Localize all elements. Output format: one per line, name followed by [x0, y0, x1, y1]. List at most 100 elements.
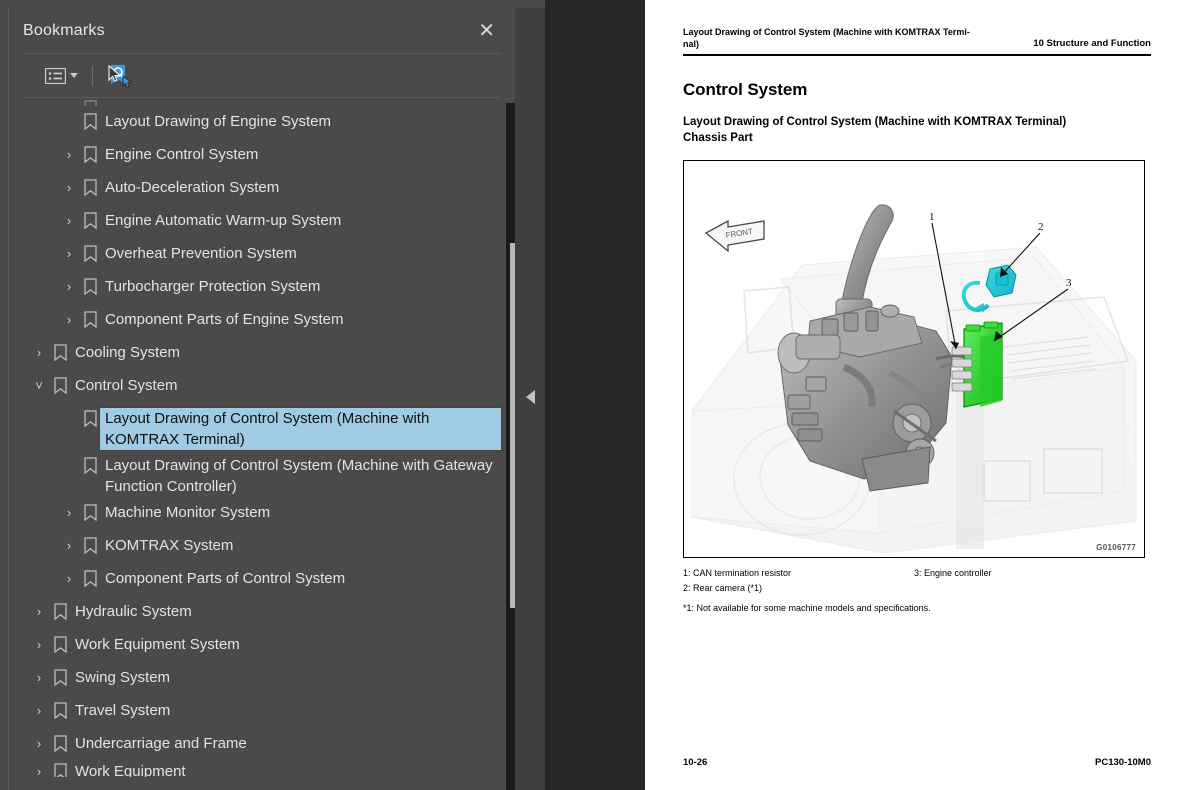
bookmark-row[interactable]: › Component Parts of Engine System: [9, 304, 501, 337]
bookmark-icon: [49, 375, 71, 394]
chevron-right-icon[interactable]: ›: [59, 502, 79, 523]
bookmark-icon: [49, 761, 71, 777]
bookmark-row[interactable]: › Component Parts of Control System: [9, 563, 501, 596]
bookmark-row[interactable]: › KOMTRAX System: [9, 530, 501, 563]
collapse-panel-button[interactable]: [520, 385, 540, 409]
bookmark-row[interactable]: Layout Drawing of Engine System: [9, 106, 501, 139]
bookmark-row[interactable]: › Turbocharger Protection System: [9, 271, 501, 304]
chevron-right-icon[interactable]: ›: [29, 634, 49, 655]
bookmark-icon: [79, 535, 101, 554]
bookmark-row[interactable]: ˅ Control System: [9, 370, 501, 403]
bookmark-icon: [79, 502, 101, 521]
bookmark-icon: [79, 210, 101, 229]
figure-illustration: FRONT: [684, 161, 1144, 557]
header-rule: [683, 54, 1151, 56]
chevron-right-icon[interactable]: ›: [59, 309, 79, 330]
section-subtitle: Layout Drawing of Control System (Machin…: [683, 114, 1151, 146]
legend-column-2: 3: Engine controller: [914, 566, 1145, 596]
bookmark-row[interactable]: Layout Drawing of Control System (Machin…: [9, 403, 502, 451]
running-header-right: 10 Structure and Function: [1033, 38, 1151, 49]
chevron-right-icon[interactable]: ›: [59, 276, 79, 297]
viewer-backdrop-top: [545, 0, 645, 8]
document-page[interactable]: Layout Drawing of Control System (Machin…: [645, 0, 1200, 790]
figure-code: G0106777: [1096, 543, 1136, 552]
bookmark-row[interactable]: › Machine Monitor System: [9, 497, 501, 530]
legend-item-2: 2: Rear camera (*1): [683, 583, 763, 593]
figure-legend: 1: CAN termination resistor 2: Rear came…: [683, 566, 1145, 616]
legend-item-1: 1: CAN termination resistor: [683, 568, 792, 578]
chevron-right-icon[interactable]: ›: [29, 761, 49, 777]
callout-3: 3: [1066, 277, 1072, 289]
bookmark-icon: [79, 177, 101, 196]
bookmark-icon: [49, 700, 71, 719]
bookmark-row[interactable]: Layout Drawing of Control System (Machin…: [9, 450, 501, 497]
callout-2: 2: [1038, 221, 1044, 233]
bookmark-icon: [49, 667, 71, 686]
bookmark-row[interactable]: › Engine Automatic Warm-up System: [9, 205, 501, 238]
chevron-right-icon[interactable]: ›: [59, 144, 79, 165]
bookmark-icon: [49, 634, 71, 653]
list-options-button[interactable]: [41, 65, 82, 87]
page-number: 10-26: [683, 757, 708, 768]
chevron-down-icon[interactable]: ˅: [29, 375, 49, 396]
bookmark-row[interactable]: › Cooling System: [9, 337, 501, 370]
chevron-right-icon[interactable]: ›: [59, 568, 79, 589]
bookmark-row[interactable]: › Swing System: [9, 662, 501, 695]
bookmark-label: Layout Drawing of Engine System: [105, 113, 331, 130]
bookmark-icon: [79, 455, 101, 474]
bookmark-icon: [79, 568, 101, 587]
bookmark-label: Component Parts of Engine System: [105, 311, 344, 328]
bookmark-label: Control System: [75, 377, 178, 394]
callout-1: 1: [929, 211, 935, 223]
bookmarks-panel: Bookmarks ✕ Layout Drawing of Engine Sys…: [8, 8, 522, 790]
list-options-icon: [45, 67, 66, 84]
bookmark-row[interactable]: [9, 98, 501, 106]
figure-layout-drawing: FRONT 1 2 3 G0106777: [683, 160, 1145, 558]
find-bookmark-button[interactable]: [103, 61, 137, 91]
page-title: Control System: [683, 80, 808, 99]
bookmarks-tree[interactable]: Layout Drawing of Engine System › Engine C…: [9, 98, 516, 790]
bookmark-icon: [79, 243, 101, 262]
bookmark-label: Hydraulic System: [75, 603, 192, 620]
bookmark-icon: [79, 408, 101, 427]
chevron-right-icon[interactable]: ›: [59, 177, 79, 198]
triangle-left-icon: [525, 390, 535, 404]
bookmark-row[interactable]: › Overheat Prevention System: [9, 238, 501, 271]
chevron-right-icon[interactable]: ›: [29, 700, 49, 721]
bookmark-row[interactable]: › Undercarriage and Frame: [9, 728, 501, 761]
bookmark-label: Swing System: [75, 669, 171, 686]
pdf-reader-window: Bookmarks ✕ Layout Drawing of Engine Sys…: [0, 0, 1200, 790]
bookmark-row[interactable]: › Auto-Deceleration System: [9, 172, 501, 205]
bookmark-label: Work Equipment System: [75, 636, 240, 653]
bookmark-label: Cooling System: [75, 344, 181, 361]
viewer-backdrop: [545, 8, 645, 790]
bookmarks-tree-rows: Layout Drawing of Engine System › Engine C…: [9, 98, 502, 777]
bookmark-label: Work Equipment: [75, 763, 186, 777]
chevron-right-icon[interactable]: ›: [29, 667, 49, 688]
bookmark-label: Turbocharger Protection System: [105, 278, 321, 295]
chevron-right-icon[interactable]: ›: [59, 210, 79, 231]
chevron-right-icon[interactable]: ›: [59, 243, 79, 264]
close-icon[interactable]: ✕: [472, 19, 501, 43]
running-header: Layout Drawing of Control System (Machin…: [683, 26, 1151, 50]
chevron-right-icon[interactable]: ›: [29, 342, 49, 363]
find-bookmark-icon: [107, 64, 133, 88]
chevron-right-icon[interactable]: ›: [29, 733, 49, 754]
page-footer: 10-26 PC130-10M0: [683, 757, 1151, 768]
bookmark-label: Engine Control System: [105, 146, 259, 163]
bookmark-icon: [79, 98, 101, 106]
chevron-right-icon[interactable]: ›: [29, 601, 49, 622]
bookmark-row[interactable]: › Engine Control System: [9, 139, 501, 172]
bookmark-label: KOMTRAX System: [105, 537, 234, 554]
bookmark-row[interactable]: › Travel System: [9, 695, 501, 728]
chevron-down-icon: [70, 73, 78, 78]
chevron-right-icon[interactable]: ›: [59, 535, 79, 556]
page-content: Layout Drawing of Control System (Machin…: [683, 26, 1151, 616]
bookmark-icon: [49, 601, 71, 620]
bookmark-icon: [79, 276, 101, 295]
bookmark-row[interactable]: › Work Equipment: [9, 761, 501, 777]
bookmark-row[interactable]: › Hydraulic System: [9, 596, 501, 629]
legend-item-3: 3: Engine controller: [914, 568, 992, 578]
bookmarks-panel-header: Bookmarks ✕: [9, 8, 515, 53]
bookmark-row[interactable]: › Work Equipment System: [9, 629, 501, 662]
